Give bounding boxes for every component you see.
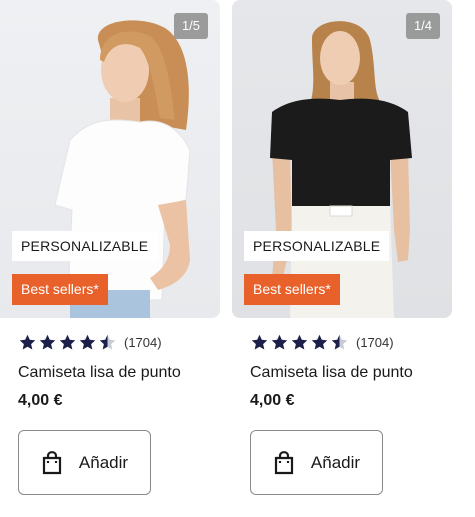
star-icon <box>291 334 308 350</box>
product-price: 4,00 € <box>18 392 63 409</box>
star-icon <box>59 334 76 350</box>
star-icon <box>79 334 96 350</box>
personalizable-tag: PERSONALIZABLE <box>12 231 158 261</box>
model-photo-white-tshirt <box>54 20 191 318</box>
add-button-label: Añadir <box>310 452 361 472</box>
product-card[interactable]: 1/4 PERSONALIZABLE Best sellers* (1704) … <box>232 0 452 495</box>
star-half-icon <box>99 334 116 350</box>
product-image[interactable]: 1/5 PERSONALIZABLE Best sellers* <box>0 0 220 318</box>
review-count: (1704) <box>124 335 162 350</box>
add-to-cart-button[interactable]: Añadir <box>18 430 151 495</box>
star-icon <box>19 334 36 350</box>
star-half-icon <box>331 334 348 350</box>
star-icon <box>271 334 288 350</box>
shopping-bag-icon <box>274 450 294 474</box>
model-photo-black-tshirt <box>270 21 412 318</box>
best-sellers-tag: Best sellers* <box>244 274 340 305</box>
personalizable-tag: PERSONALIZABLE <box>244 231 390 261</box>
rating: (1704) <box>18 333 162 352</box>
product-title[interactable]: Camiseta lisa de punto <box>250 364 413 382</box>
add-to-cart-button[interactable]: Añadir <box>250 430 383 495</box>
best-sellers-tag: Best sellers* <box>12 274 108 305</box>
product-title[interactable]: Camiseta lisa de punto <box>18 364 181 382</box>
image-counter: 1/4 <box>406 13 440 39</box>
product-image[interactable]: 1/4 PERSONALIZABLE Best sellers* <box>232 0 452 318</box>
product-price: 4,00 € <box>250 392 295 409</box>
star-icon <box>39 334 56 350</box>
image-counter: 1/5 <box>174 13 208 39</box>
star-icon <box>311 334 328 350</box>
star-icon <box>251 334 268 350</box>
add-button-label: Añadir <box>78 452 129 472</box>
product-card[interactable]: 1/5 PERSONALIZABLE Best sellers* (1704) … <box>0 0 220 495</box>
rating: (1704) <box>250 333 394 352</box>
review-count: (1704) <box>356 335 394 350</box>
shopping-bag-icon <box>42 450 62 474</box>
